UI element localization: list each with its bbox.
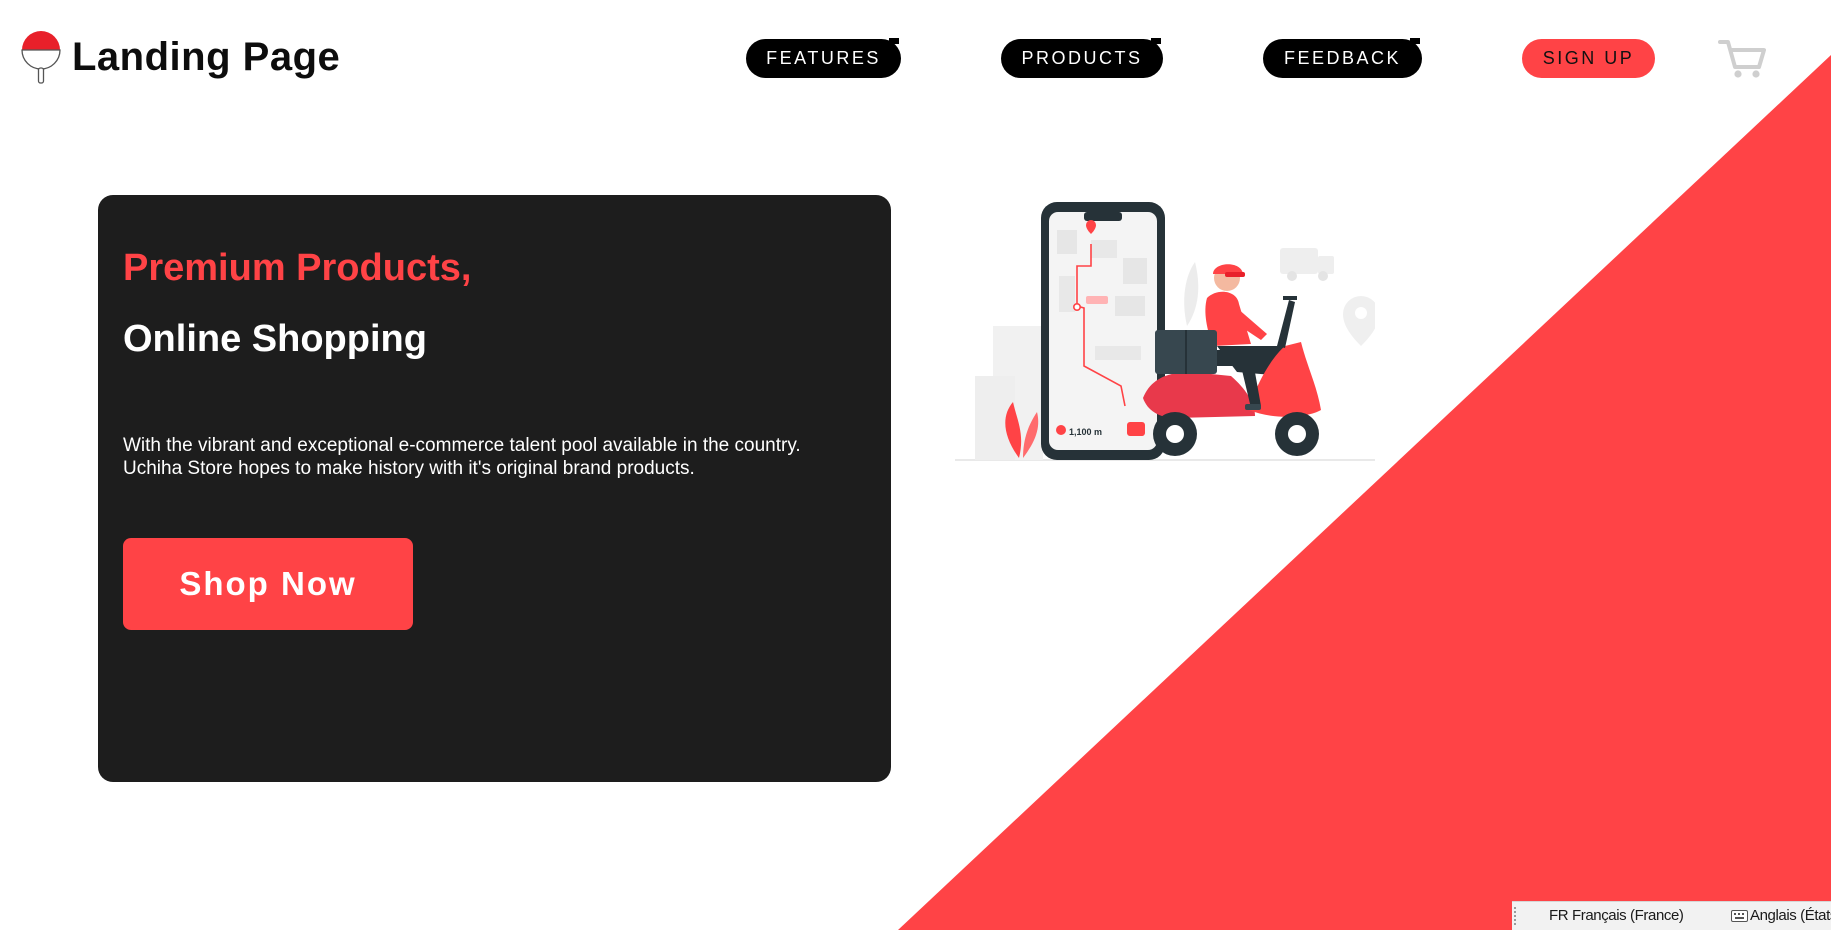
site-title: Landing Page bbox=[72, 34, 341, 79]
landing-page: Landing Page FEATURES PRODUCTS FEEDBACK … bbox=[0, 0, 1831, 930]
logo[interactable]: Landing Page bbox=[20, 30, 340, 84]
language-bar-grip[interactable] bbox=[1514, 907, 1519, 925]
hero-description: With the vibrant and exceptional e-comme… bbox=[123, 434, 883, 480]
hero-description-line-1: With the vibrant and exceptional e-comme… bbox=[123, 435, 801, 456]
keyboard-icon bbox=[1731, 909, 1748, 922]
hero-card: Premium Products, Online Shopping With t… bbox=[98, 195, 891, 782]
keyboard-layout-label: Anglais (États bbox=[1750, 907, 1831, 924]
illustration-distance-label: 1,100 m bbox=[1069, 427, 1102, 437]
hero-title: Online Shopping bbox=[123, 318, 427, 360]
nav-features-button[interactable]: FEATURES bbox=[746, 38, 901, 78]
shop-now-button[interactable]: Shop Now bbox=[123, 538, 413, 630]
input-language[interactable]: FR Français (France) bbox=[1549, 907, 1684, 924]
hero-description-line-2: Uchiha Store hopes to make history with … bbox=[123, 458, 695, 479]
nav-feedback-button[interactable]: FEEDBACK bbox=[1263, 38, 1422, 78]
language-bar[interactable]: FR Français (France) Anglais (États bbox=[1512, 901, 1831, 930]
site-header: Landing Page FEATURES PRODUCTS FEEDBACK … bbox=[0, 0, 1831, 116]
keyboard-layout[interactable]: Anglais (États bbox=[1731, 907, 1831, 924]
sign-up-button[interactable]: SIGN UP bbox=[1522, 39, 1655, 78]
hero-kicker: Premium Products, bbox=[123, 247, 472, 289]
shopping-cart-icon[interactable] bbox=[1718, 36, 1766, 80]
delivery-scooter-illustration: 1,100 m bbox=[955, 202, 1375, 461]
uchiha-fan-icon bbox=[21, 31, 61, 84]
nav-products-button[interactable]: PRODUCTS bbox=[1001, 38, 1163, 78]
